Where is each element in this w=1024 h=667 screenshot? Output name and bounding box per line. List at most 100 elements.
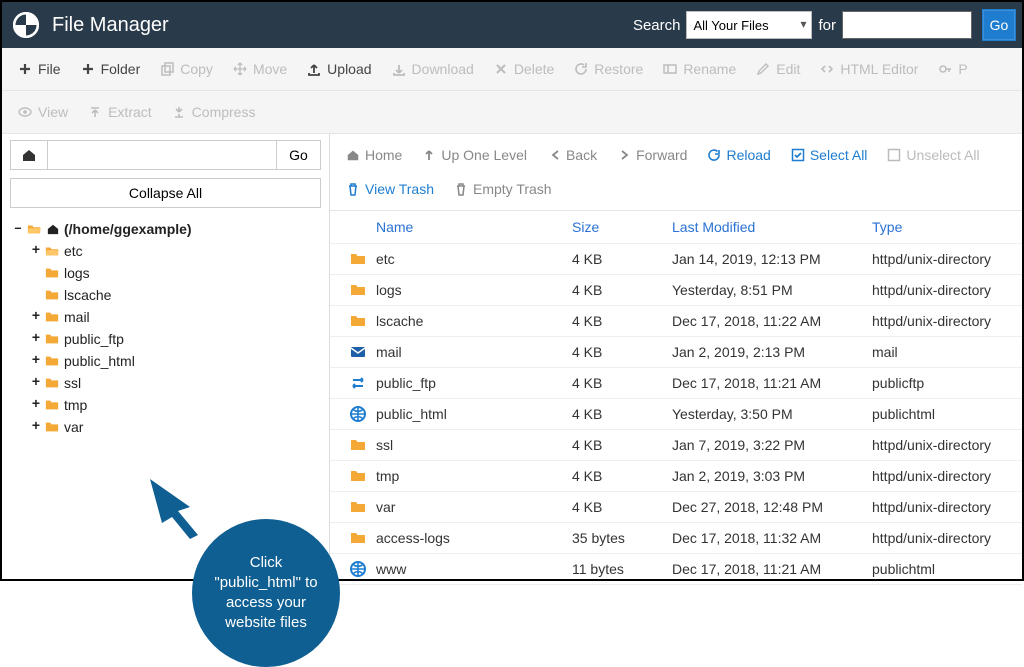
table-row[interactable]: access-logs35 bytesDec 17, 2018, 11:32 A… [330, 523, 1022, 554]
nav-back-button[interactable]: Back [537, 138, 607, 172]
file-modified: Jan 2, 2019, 2:13 PM [672, 344, 872, 360]
table-row[interactable]: lscache4 KBDec 17, 2018, 11:22 AMhttpd/u… [330, 306, 1022, 337]
col-name[interactable]: Name [376, 219, 572, 235]
table-row[interactable]: www11 bytesDec 17, 2018, 11:21 AMpublich… [330, 554, 1022, 585]
unselect-all-button[interactable]: Unselect All [877, 138, 989, 172]
nav-up-button[interactable]: Up One Level [412, 138, 537, 172]
collapse-all-button[interactable]: Collapse All [10, 178, 321, 208]
tree-item-label: var [64, 419, 83, 435]
expand-icon[interactable]: + [30, 419, 42, 435]
compress-icon [172, 105, 186, 119]
app-header: File Manager Search All Your Files for G… [2, 2, 1022, 48]
table-row[interactable]: logs4 KBYesterday, 8:51 PMhttpd/unix-dir… [330, 275, 1022, 306]
tree-item-var[interactable]: + var [10, 416, 321, 438]
file-size: 4 KB [572, 282, 672, 298]
file-type: mail [872, 344, 1012, 360]
uncheck-icon [887, 148, 901, 162]
tree-item-logs[interactable]: logs [10, 262, 321, 284]
table-header: Name Size Last Modified Type [330, 211, 1022, 244]
folder-icon [44, 288, 60, 302]
download-icon [392, 62, 406, 76]
path-home-button[interactable] [10, 140, 48, 170]
upload-button[interactable]: Upload [297, 52, 381, 86]
htmleditor-icon [820, 62, 834, 76]
select-all-button[interactable]: Select All [781, 138, 878, 172]
file-type: httpd/unix-directory [872, 282, 1012, 298]
tree-item-label: public_html [64, 353, 135, 369]
eye-icon [18, 105, 32, 119]
file-type: publichtml [872, 406, 1012, 422]
forward-icon [617, 148, 631, 162]
tree-item-lscache[interactable]: lscache [10, 284, 321, 306]
view-button: View [8, 95, 78, 129]
expand-icon[interactable]: + [30, 309, 42, 325]
col-last-modified[interactable]: Last Modified [672, 219, 872, 235]
folder-icon [340, 282, 376, 298]
file-type: httpd/unix-directory [872, 530, 1012, 546]
view-trash-button[interactable]: View Trash [336, 172, 444, 206]
folder-icon [340, 468, 376, 484]
folder-button[interactable]: Folder [71, 52, 151, 86]
tree-item-public_ftp[interactable]: + public_ftp [10, 328, 321, 350]
tree-item-tmp[interactable]: +tmp [10, 394, 321, 416]
search-scope-select[interactable]: All Your Files [686, 11, 812, 39]
back-icon [547, 148, 561, 162]
expand-icon[interactable]: + [30, 331, 42, 347]
nav-home-button[interactable]: Home [336, 138, 412, 172]
file-type: publichtml [872, 561, 1012, 577]
expand-icon[interactable]: + [30, 243, 42, 259]
file-type: httpd/unix-directory [872, 313, 1012, 329]
tree-item-etc[interactable]: + etc [10, 240, 321, 262]
tree-item-ssl[interactable]: + ssl [10, 372, 321, 394]
tree-item-label: etc [64, 243, 83, 259]
up-icon [422, 148, 436, 162]
col-type[interactable]: Type [872, 219, 1012, 235]
file-modified: Dec 17, 2018, 11:32 AM [672, 530, 872, 546]
file-size: 4 KB [572, 437, 672, 453]
nav-reload-button[interactable]: Reload [697, 138, 780, 172]
expand-icon[interactable] [30, 287, 42, 303]
move-icon [233, 62, 247, 76]
col-size[interactable]: Size [572, 219, 672, 235]
file-name: ssl [376, 437, 572, 453]
tree-item-mail[interactable]: +mail [10, 306, 321, 328]
table-row[interactable]: etc4 KBJan 14, 2019, 12:13 PMhttpd/unix-… [330, 244, 1022, 275]
search-go-button[interactable]: Go [982, 9, 1016, 41]
file-size: 35 bytes [572, 530, 672, 546]
key-icon [938, 62, 952, 76]
file-button[interactable]: File [8, 52, 71, 86]
path-input[interactable] [48, 140, 277, 170]
file-modified: Yesterday, 3:50 PM [672, 406, 872, 422]
table-row[interactable]: var4 KBDec 27, 2018, 12:48 PMhttpd/unix-… [330, 492, 1022, 523]
folder-icon [44, 420, 60, 434]
file-modified: Yesterday, 8:51 PM [672, 282, 872, 298]
expand-icon[interactable]: + [30, 397, 42, 413]
table-row[interactable]: public_html4 KBYesterday, 3:50 PMpublich… [330, 399, 1022, 430]
file-size: 4 KB [572, 344, 672, 360]
table-row[interactable]: tmp4 KBJan 2, 2019, 3:03 PMhttpd/unix-di… [330, 461, 1022, 492]
table-row[interactable]: ssl4 KBJan 7, 2019, 3:22 PMhttpd/unix-di… [330, 430, 1022, 461]
tree-item-label: ssl [64, 375, 81, 391]
expand-icon[interactable]: + [30, 375, 42, 391]
tree-item-public_html[interactable]: + public_html [10, 350, 321, 372]
tree-root[interactable]: – (/home/ggexample) [10, 218, 321, 240]
file-nav-toolbar: Home Up One Level Back Forward Reload Se… [330, 134, 1022, 211]
folder-icon [44, 376, 60, 390]
copy-icon [160, 62, 174, 76]
folder-icon [44, 354, 60, 368]
expand-icon[interactable] [30, 265, 42, 281]
tree-item-label: public_ftp [64, 331, 124, 347]
tree-item-label: logs [64, 265, 90, 281]
folder-icon [340, 530, 376, 546]
nav-forward-button[interactable]: Forward [607, 138, 697, 172]
file-type: httpd/unix-directory [872, 468, 1012, 484]
path-go-button[interactable]: Go [277, 140, 321, 170]
expand-icon[interactable]: – [12, 221, 24, 237]
table-row[interactable]: public_ftp4 KBDec 17, 2018, 11:21 AMpubl… [330, 368, 1022, 399]
file-modified: Jan 14, 2019, 12:13 PM [672, 251, 872, 267]
table-row[interactable]: mail4 KBJan 2, 2019, 2:13 PMmail [330, 337, 1022, 368]
empty-trash-button[interactable]: Empty Trash [444, 172, 562, 206]
expand-icon[interactable]: + [30, 353, 42, 369]
home-icon [46, 223, 60, 235]
search-input[interactable] [842, 11, 972, 39]
